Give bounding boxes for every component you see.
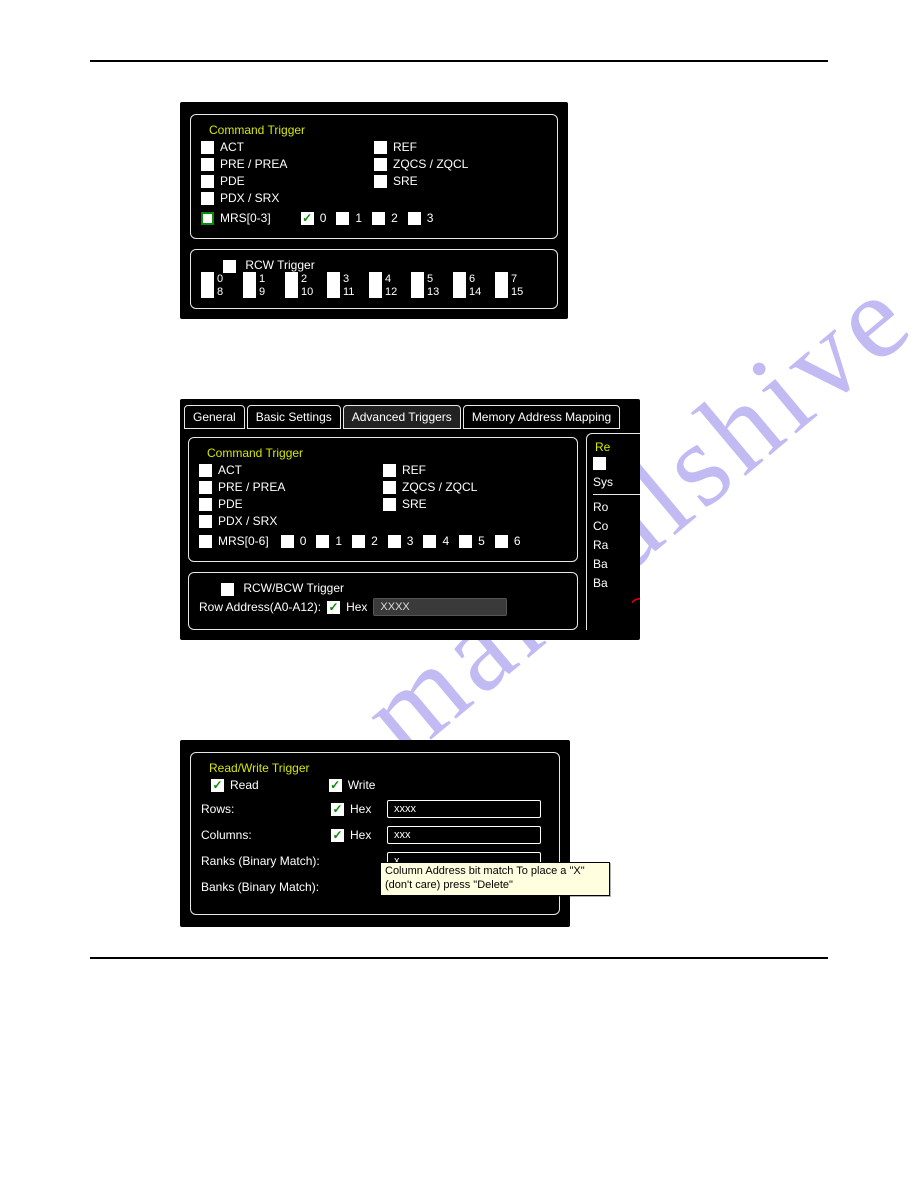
- checkbox-mrs2-2[interactable]: [352, 535, 365, 548]
- side-checkbox[interactable]: [593, 457, 606, 470]
- checkbox-sre[interactable]: SRE: [374, 174, 547, 188]
- tab-advanced-triggers[interactable]: Advanced Triggers: [343, 405, 461, 429]
- checkbox-rcw-15[interactable]: 15: [495, 285, 537, 298]
- checkbox-mrs-0[interactable]: [301, 212, 314, 225]
- checkbox-mrs-3[interactable]: [408, 212, 421, 225]
- legend-read-write-trigger: Read/Write Trigger: [205, 761, 313, 775]
- checkbox-mrs2-0[interactable]: [281, 535, 294, 548]
- group-rcw-trigger: RCW Trigger 0 1 2 3 4 5 6 7 8 9 10 11 12…: [190, 249, 558, 309]
- side-ba-label: Ba: [593, 557, 640, 571]
- checkbox-pdx-srx-2[interactable]: PDX / SRX: [199, 514, 383, 528]
- checkbox-rcw-11[interactable]: 11: [327, 285, 369, 298]
- checkbox-rows-hex[interactable]: [331, 803, 344, 816]
- top-rule: [90, 60, 828, 62]
- checkbox-mrs-1[interactable]: [336, 212, 349, 225]
- banks-label: Banks (Binary Match):: [201, 880, 387, 894]
- checkbox-mrs-0-6[interactable]: MRS[0-6] 0 1 2 3 4 5 6: [199, 534, 567, 548]
- checkbox-pre-prea-2[interactable]: PRE / PREA: [199, 480, 383, 494]
- checkbox-pde[interactable]: PDE: [201, 174, 374, 188]
- checkbox-rcw-2[interactable]: 2: [285, 272, 327, 285]
- checkbox-pde-2[interactable]: PDE: [199, 497, 383, 511]
- checkbox-rcw-enable[interactable]: [223, 260, 236, 273]
- checkbox-write[interactable]: [329, 779, 342, 792]
- checkbox-rcw-9[interactable]: 9: [243, 285, 285, 298]
- checkbox-sre-2[interactable]: SRE: [383, 497, 567, 511]
- rows-input[interactable]: xxxx: [387, 800, 541, 818]
- checkbox-rcw-bcw-enable[interactable]: [221, 583, 234, 596]
- checkbox-rcw-3[interactable]: 3: [327, 272, 369, 285]
- checkbox-rcw-8[interactable]: 8: [201, 285, 243, 298]
- tooltip-column-address: Column Address bit match To place a "X"(…: [380, 862, 610, 896]
- tab-general[interactable]: General: [184, 405, 245, 429]
- checkbox-rcw-4[interactable]: 4: [369, 272, 411, 285]
- checkbox-rcw-0[interactable]: 0: [201, 272, 243, 285]
- columns-input[interactable]: xxx: [387, 826, 541, 844]
- side-ra-label: Ra: [593, 538, 640, 552]
- checkbox-mrs-2[interactable]: [372, 212, 385, 225]
- tab-memory-address-mapping[interactable]: Memory Address Mapping: [463, 405, 620, 429]
- legend-rcw-bcw-trigger: RCW/BCW Trigger: [217, 581, 348, 595]
- tabbar: General Basic Settings Advanced Triggers…: [180, 405, 640, 429]
- checkbox-mrs2-6[interactable]: [495, 535, 508, 548]
- group-side-truncated: Re Sys Ro Co Ra Ba Ba ⁓: [586, 433, 640, 630]
- checkbox-rcw-12[interactable]: 12: [369, 285, 411, 298]
- panel-read-write-trigger: Read/Write Trigger Read Write Rows: Hex …: [180, 740, 570, 927]
- checkbox-rcw-14[interactable]: 14: [453, 285, 495, 298]
- side-title: Re: [593, 440, 612, 454]
- checkbox-rcw-1[interactable]: 1: [243, 272, 285, 285]
- checkbox-zqcs-zqcl[interactable]: ZQCS / ZQCL: [374, 157, 547, 171]
- side-co-label: Co: [593, 519, 640, 533]
- panel-advanced-triggers: General Basic Settings Advanced Triggers…: [180, 399, 640, 640]
- checkbox-mrs2-5[interactable]: [459, 535, 472, 548]
- checkbox-mrs2-3[interactable]: [388, 535, 401, 548]
- side-ro-label: Ro: [593, 500, 640, 514]
- columns-label: Columns:: [201, 828, 331, 842]
- checkbox-rcw-10[interactable]: 10: [285, 285, 327, 298]
- checkbox-rcw-6[interactable]: 6: [453, 272, 495, 285]
- panel-command-trigger-ddr3: Command Trigger ACT PRE / PREA PDE PDX /…: [180, 102, 568, 319]
- tab-basic-settings[interactable]: Basic Settings: [247, 405, 341, 429]
- checkbox-rcw-13[interactable]: 13: [411, 285, 453, 298]
- checkbox-mrs-0-3[interactable]: MRS[0-3] 0 1 2 3: [201, 211, 547, 225]
- checkbox-zqcs-zqcl-2[interactable]: ZQCS / ZQCL: [383, 480, 567, 494]
- checkbox-rcw-7[interactable]: 7: [495, 272, 537, 285]
- group-command-trigger: Command Trigger ACT PRE / PREA PDE PDX /…: [190, 114, 558, 239]
- group-rcw-bcw-trigger: RCW/BCW Trigger Row Address(A0-A12): Hex…: [188, 572, 578, 630]
- ranks-label: Ranks (Binary Match):: [201, 854, 387, 868]
- group-command-trigger-ddr4: Command Trigger ACT PRE / PREA PDE PDX /…: [188, 437, 578, 562]
- checkbox-act-2[interactable]: ACT: [199, 463, 383, 477]
- legend-rcw-trigger: RCW Trigger: [219, 258, 319, 272]
- checkbox-pdx-srx[interactable]: PDX / SRX: [201, 191, 374, 205]
- checkbox-ref-2[interactable]: REF: [383, 463, 567, 477]
- checkbox-mrs2-1[interactable]: [316, 535, 329, 548]
- checkbox-row-hex[interactable]: [327, 601, 340, 614]
- bottom-rule: [90, 957, 828, 959]
- checkbox-mrs2-4[interactable]: [423, 535, 436, 548]
- checkbox-rcw-5[interactable]: 5: [411, 272, 453, 285]
- side-sys-label: Sys: [593, 475, 640, 489]
- checkbox-ref[interactable]: REF: [374, 140, 547, 154]
- row-address-label: Row Address(A0-A12):: [199, 600, 321, 614]
- legend-command-trigger: Command Trigger: [205, 123, 309, 137]
- row-address-input[interactable]: XXXX: [373, 598, 507, 616]
- row-hex-label: Hex: [346, 600, 367, 614]
- rows-label: Rows:: [201, 802, 331, 816]
- checkbox-act[interactable]: ACT: [201, 140, 374, 154]
- checkbox-columns-hex[interactable]: [331, 829, 344, 842]
- legend-command-trigger-ddr4: Command Trigger: [203, 446, 307, 460]
- checkbox-read[interactable]: [211, 779, 224, 792]
- checkbox-pre-prea[interactable]: PRE / PREA: [201, 157, 374, 171]
